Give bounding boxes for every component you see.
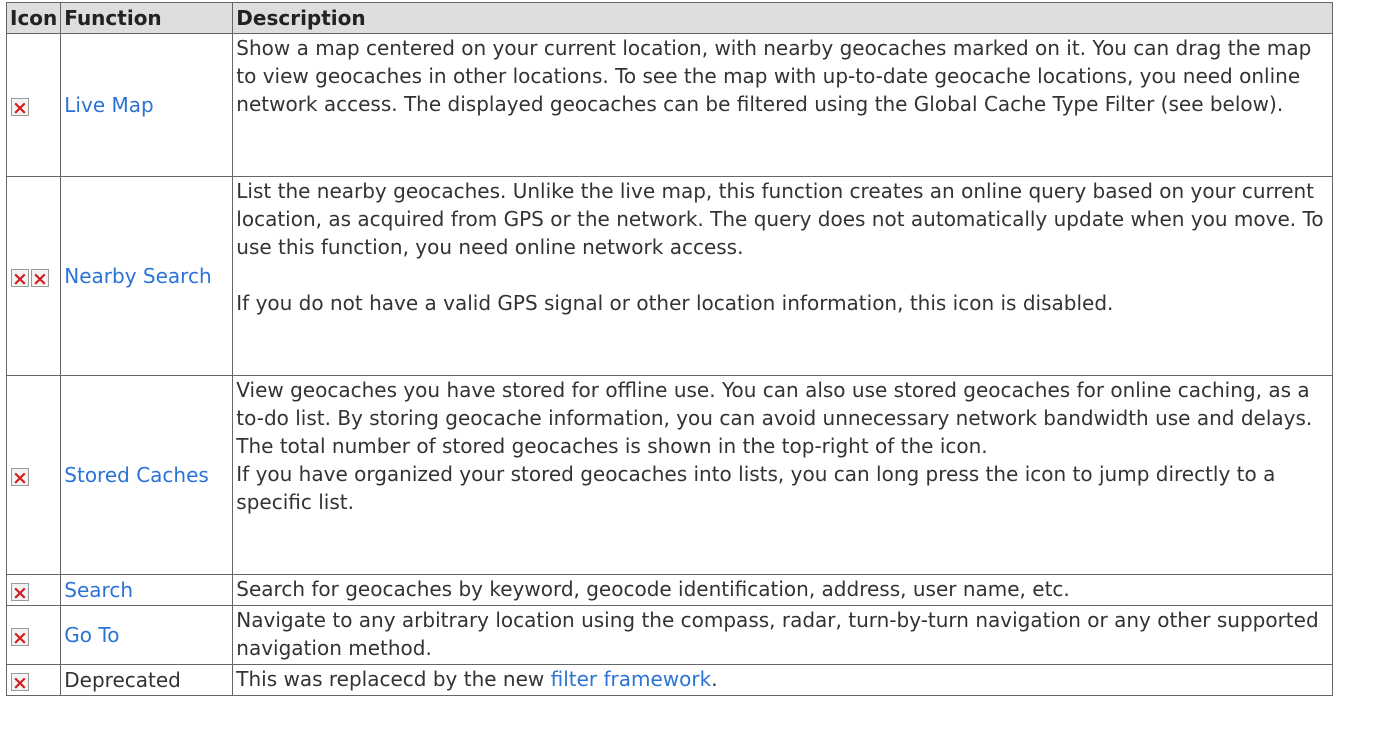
icon-cell xyxy=(5,664,62,697)
description-cell: Search for geocaches by keyword, geocode… xyxy=(232,574,1333,606)
live-map-link[interactable]: Live Map xyxy=(64,93,153,117)
function-cell: Stored Caches xyxy=(60,375,234,575)
broken-image-icon xyxy=(11,265,29,293)
functions-table: Icon Function Description Live Map Show … xyxy=(5,2,1333,697)
description-text: View geocaches you have stored for offli… xyxy=(236,378,1313,458)
broken-image-icon xyxy=(31,265,49,293)
table-row: Nearby Search List the nearby geocaches.… xyxy=(5,176,1333,376)
function-cell: Go To xyxy=(60,605,234,665)
description-text: If you have organized your stored geocac… xyxy=(236,462,1276,514)
broken-image-icon xyxy=(11,94,29,122)
table-row: Live Map Show a map centered on your cur… xyxy=(5,33,1333,177)
broken-image-icon xyxy=(11,464,29,492)
icon-cell xyxy=(5,33,62,177)
search-link[interactable]: Search xyxy=(64,578,133,602)
icon-cell xyxy=(5,176,62,376)
header-icon: Icon xyxy=(5,2,62,34)
broken-image-icon xyxy=(11,669,29,697)
broken-image-icon xyxy=(11,624,29,652)
header-description: Description xyxy=(232,2,1333,34)
description-text: Search for geocaches by keyword, geocode… xyxy=(236,577,1070,601)
description-cell: List the nearby geocaches. Unlike the li… xyxy=(232,176,1333,376)
function-cell: Nearby Search xyxy=(60,176,234,376)
description-text: If you do not have a valid GPS signal or… xyxy=(236,291,1114,315)
function-cell: Deprecated xyxy=(60,664,234,696)
description-cell: View geocaches you have stored for offli… xyxy=(232,375,1333,575)
filter-framework-link[interactable]: filter framework xyxy=(551,667,712,691)
description-cell: Show a map centered on your current loca… xyxy=(232,33,1333,177)
broken-image-icon xyxy=(11,579,29,607)
function-cell: Search xyxy=(60,574,234,606)
description-text: This was replacecd by the new xyxy=(236,667,551,691)
table-header-row: Icon Function Description xyxy=(5,2,1333,34)
table-row: Deprecated This was replacecd by the new… xyxy=(5,664,1333,697)
description-text: List the nearby geocaches. Unlike the li… xyxy=(236,179,1324,259)
table-row: Stored Caches View geocaches you have st… xyxy=(5,375,1333,575)
description-cell: Navigate to any arbitrary location using… xyxy=(232,605,1333,665)
go-to-link[interactable]: Go To xyxy=(64,623,119,647)
table-row: Search Search for geocaches by keyword, … xyxy=(5,574,1333,607)
icon-cell xyxy=(5,574,62,607)
icon-cell xyxy=(5,375,62,575)
header-function: Function xyxy=(60,2,234,34)
function-cell: Live Map xyxy=(60,33,234,177)
nearby-search-link[interactable]: Nearby Search xyxy=(64,264,211,288)
stored-caches-link[interactable]: Stored Caches xyxy=(64,463,209,487)
description-text: Navigate to any arbitrary location using… xyxy=(236,608,1319,660)
description-cell: This was replacecd by the new filter fra… xyxy=(232,664,1333,696)
deprecated-label: Deprecated xyxy=(64,668,181,692)
description-text: Show a map centered on your current loca… xyxy=(236,36,1312,116)
icon-cell xyxy=(5,605,62,665)
table-row: Go To Navigate to any arbitrary location… xyxy=(5,605,1333,665)
description-suffix: . xyxy=(711,667,718,691)
